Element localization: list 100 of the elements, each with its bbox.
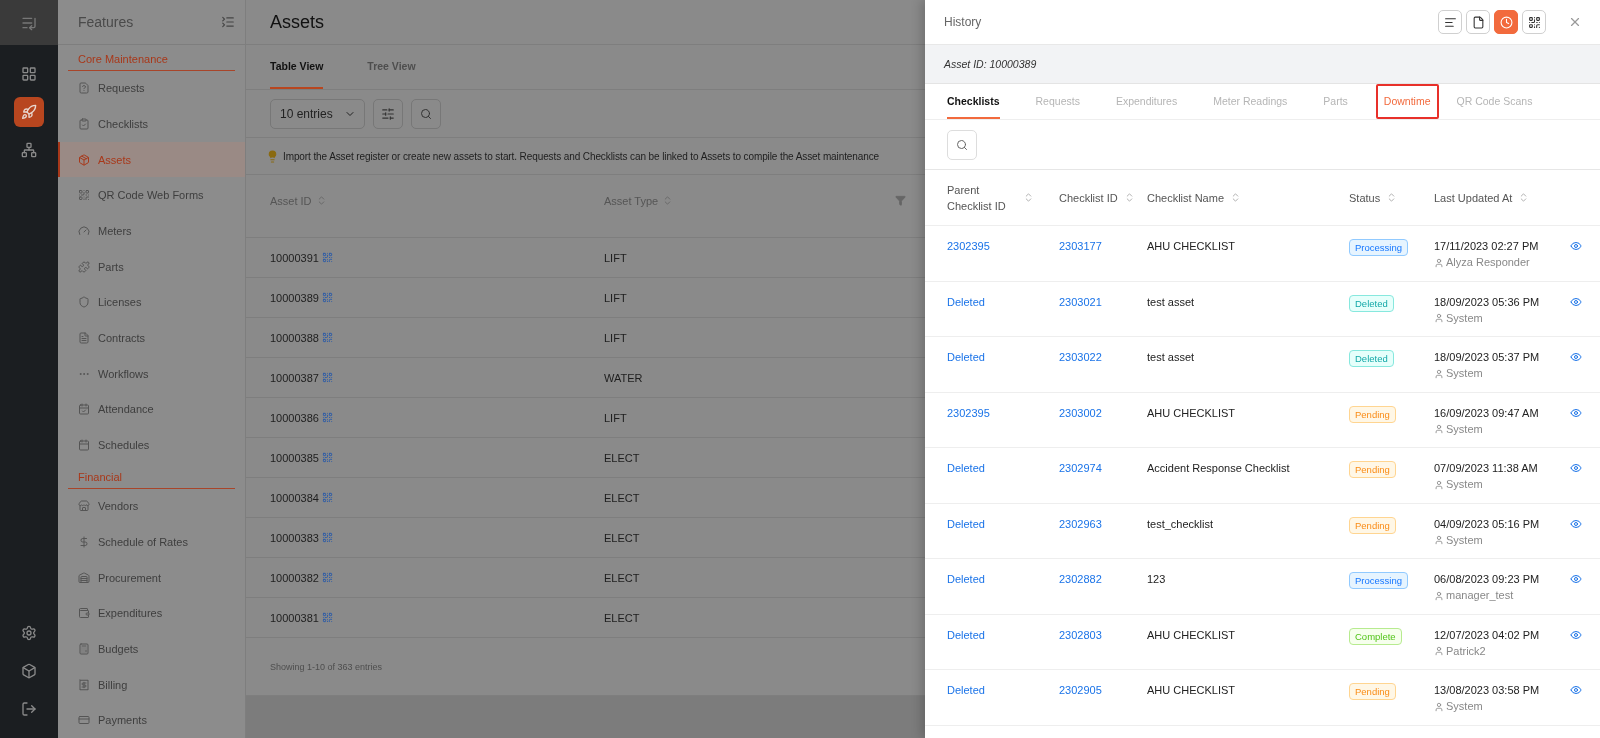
qr-code-icon[interactable] <box>321 332 333 343</box>
checklist-name: AHU CHECKLIST <box>1147 405 1237 420</box>
qr-code-icon[interactable] <box>321 372 333 383</box>
table-cell-text: ELECT <box>604 451 641 464</box>
table-cell-text: LIFT <box>604 251 628 264</box>
column-header[interactable]: Status <box>1349 189 1381 206</box>
status-tag: Complete <box>1349 627 1402 645</box>
warehouse-icon <box>78 571 90 584</box>
checklist-id-link[interactable]: 2303002 <box>1059 405 1147 420</box>
sidebar-item[interactable]: Procurement <box>58 559 245 596</box>
sidebar-item[interactable]: Licenses <box>58 284 245 321</box>
qr-code-icon[interactable] <box>321 452 333 463</box>
sidebar-item[interactable]: Meters <box>58 213 245 249</box>
sidebar-item[interactable]: Payments <box>58 702 245 738</box>
column-header[interactable]: Checklist Name <box>1147 189 1225 206</box>
parent-checklist-link[interactable]: Deleted <box>947 627 1059 642</box>
parent-checklist-link[interactable]: 2302395 <box>947 405 1059 420</box>
column-header[interactable]: Last Updated At <box>1434 189 1513 206</box>
history-tab[interactable]: Parts <box>1323 84 1348 119</box>
qr-code-icon <box>1527 15 1541 29</box>
sidebar-item[interactable]: Vendors <box>58 488 245 525</box>
sidebar-item[interactable]: Checklists <box>58 106 245 142</box>
parent-checklist-link[interactable]: Deleted <box>947 683 1059 697</box>
qr-code-icon[interactable] <box>321 572 333 583</box>
updated-date: 04/09/2023 05:16 PM <box>1434 516 1541 531</box>
checklist-name: test_checklist <box>1147 516 1215 531</box>
rocket-icon[interactable] <box>14 97 44 127</box>
checklist-id-link[interactable]: 2302803 <box>1059 627 1147 642</box>
sidebar-item[interactable]: Expenditures <box>58 595 245 632</box>
sidebar-item[interactable]: Schedules <box>58 426 245 463</box>
status-tag: Processing <box>1349 572 1408 589</box>
document-button[interactable] <box>1466 10 1490 34</box>
sidebar-item[interactable]: Schedule of Rates <box>58 524 245 560</box>
clipboard-icon <box>78 118 90 130</box>
view-tab[interactable]: Table View <box>270 45 324 89</box>
sidebar-item[interactable]: QR Code Web Forms <box>58 177 245 214</box>
history-tab[interactable]: Checklists <box>947 84 1000 119</box>
sort-icon[interactable] <box>1023 192 1034 203</box>
collapse-icon[interactable] <box>221 14 235 29</box>
parent-checklist-link[interactable]: 2302395 <box>947 239 1059 253</box>
user-icon <box>1434 646 1444 656</box>
eye-icon <box>1570 295 1582 308</box>
parent-checklist-link[interactable]: Deleted <box>947 572 1059 586</box>
filter-icon[interactable] <box>895 195 906 206</box>
user-icon <box>1434 535 1444 545</box>
table-cell: 10000385 <box>270 451 319 464</box>
package-icon <box>78 153 90 166</box>
user-name: System <box>1446 700 1483 713</box>
search-button[interactable] <box>411 98 441 129</box>
checklist-id-link[interactable]: 2302905 <box>1059 683 1147 697</box>
parent-checklist-link[interactable]: Deleted <box>947 350 1059 364</box>
parent-checklist-link[interactable]: Deleted <box>947 461 1059 475</box>
sidebar-item[interactable]: Billing <box>58 666 245 703</box>
checklist-id-link[interactable]: 2302963 <box>1059 516 1147 531</box>
checklist-id-link[interactable]: 2303021 <box>1059 294 1147 309</box>
table-cell-text: ELECT <box>604 531 641 544</box>
table-cell: 10000387 <box>270 371 319 384</box>
sidebar-item[interactable]: Attendance <box>58 391 245 427</box>
history-tab[interactable]: QR Code Scans <box>1456 84 1533 119</box>
checklist-name: Accident Response Checklist <box>1147 461 1291 475</box>
qr-code-icon[interactable] <box>321 252 333 263</box>
history-tab[interactable]: Downtime <box>1375 84 1439 119</box>
checklist-id-link[interactable]: 2303022 <box>1059 350 1147 364</box>
updated-date: 18/09/2023 05:36 PM <box>1434 294 1541 309</box>
qr-code-icon[interactable] <box>321 412 333 423</box>
qr-code-icon[interactable] <box>321 532 333 543</box>
filter-settings-button[interactable] <box>373 98 403 129</box>
history-tab[interactable]: Expenditures <box>1115 84 1178 119</box>
user-icon <box>1434 313 1444 323</box>
checklist-id-link[interactable]: 2303177 <box>1059 239 1147 253</box>
checklist-id-link[interactable]: 2302974 <box>1059 461 1147 475</box>
history-tab[interactable]: Requests <box>1035 84 1080 119</box>
user-name: System <box>1446 478 1483 491</box>
column-header[interactable]: Checklist ID <box>1059 189 1118 206</box>
sidebar-item[interactable]: Contracts <box>58 320 245 356</box>
user-name: Alyza Responder <box>1446 256 1530 269</box>
history-tab[interactable]: Meter Readings <box>1213 84 1288 119</box>
sidebar-item[interactable]: Parts <box>58 248 245 285</box>
checklist-name: 123 <box>1147 572 1167 586</box>
sidebar-item[interactable]: Workflows <box>58 355 245 392</box>
table-cell-text: LIFT <box>604 411 628 424</box>
entries-select[interactable]: 10 entries <box>270 98 365 129</box>
sidebar-item[interactable]: Budgets <box>58 631 245 667</box>
view-tab[interactable]: Tree View <box>367 45 416 89</box>
updated-date: 07/09/2023 11:38 AM <box>1434 461 1539 475</box>
updated-date: 06/08/2023 09:23 PM <box>1434 572 1541 586</box>
checklist-id-link[interactable]: 2302882 <box>1059 572 1147 586</box>
eye-icon <box>1570 240 1582 252</box>
parent-checklist-link[interactable]: Deleted <box>947 516 1059 531</box>
parent-checklist-link[interactable]: Deleted <box>947 294 1059 309</box>
qr-code-icon[interactable] <box>321 292 333 303</box>
close-button[interactable] <box>1568 15 1582 29</box>
status-tag: Pending <box>1349 683 1396 700</box>
qr-code-icon[interactable] <box>321 492 333 503</box>
qr-code-button[interactable] <box>1522 10 1546 34</box>
sidebar-item[interactable]: Assets <box>58 141 245 178</box>
sidebar-item[interactable]: Requests <box>58 70 245 107</box>
qr-code-icon[interactable] <box>321 612 333 623</box>
details-button[interactable] <box>1438 10 1462 34</box>
column-header[interactable]: Parent Checklist ID <box>947 181 1017 214</box>
